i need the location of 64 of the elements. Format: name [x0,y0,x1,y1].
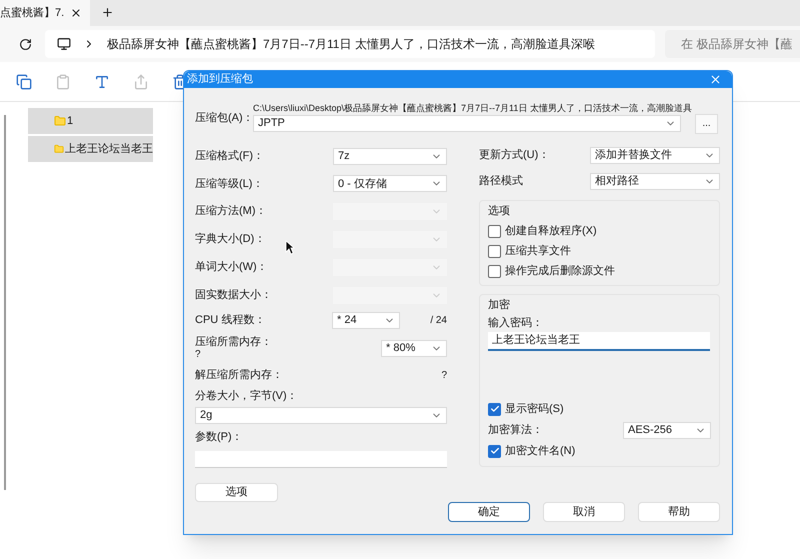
password-field[interactable]: 上老王论坛当老王 [488,332,710,352]
field-label: 单词大小(W)： [195,260,268,276]
dialog-button[interactable]: 帮助 [638,502,720,522]
field-label: 加密算法： [488,422,543,438]
address-path: 极品舔屏女神【蘸点蜜桃酱】7月7日--7月11日 太懂男人了，口活技术一流，高潮脸道具深喉 [107,36,595,53]
group-title: 选项 [488,204,511,220]
checkbox[interactable] [488,224,501,238]
folder-item[interactable]: 1 [28,108,153,134]
dialog-button[interactable]: 确定 [448,502,530,522]
dropdown[interactable]: * 80% [381,340,447,356]
dropdown[interactable]: 7z [333,148,447,165]
thread-max: / 24 [430,314,447,328]
field-label: 字典大小(D)： [195,232,266,248]
archive-path: C:\Users\liuxi\Desktop\极品舔屏女神【蘸点蜜桃酱】7月7日--7月11日 太懂男人了，口活技术一流，高潮脸道具 [253,102,692,114]
parameters-field[interactable] [195,451,447,468]
folder-item[interactable]: 上老王论坛当老王 [28,136,153,162]
cursor-icon [285,240,295,255]
checkbox-label: 操作完成后删除源文件 [505,264,615,279]
folder-icon [54,143,64,155]
checkbox-label: 加密文件名(N) [505,444,576,459]
field-label: 输入密码： [488,316,544,332]
dropdown[interactable]: 2g [195,407,447,424]
field-label: 参数(P)： [195,430,244,446]
field-label: 压缩方法(M)： [195,204,266,220]
dropdown[interactable]: 0 - 仅存储 [333,175,447,192]
monitor-icon [57,37,71,51]
address-bar[interactable]: 极品舔屏女神【蘸点蜜桃酱】7月7日--7月11日 太懂男人了，口活技术一流，高潮脸道具深喉 [45,30,655,58]
refresh-icon[interactable] [19,38,32,50]
checkbox[interactable] [488,402,501,416]
memory-reading: ? [441,368,447,382]
dropdown[interactable]: 相对路径 [590,172,720,190]
dropdown[interactable]: * 24 [332,312,400,328]
browser-tab[interactable]: 点蜜桃酱】7. [0,0,90,26]
dialog-button[interactable]: 取消 [543,502,625,522]
checkbox-label: 压缩共享文件 [505,244,571,259]
field-label: 更新方式(U)： [479,148,550,163]
close-icon[interactable] [70,7,82,19]
archive-name-dropdown[interactable]: JPTP [253,114,681,132]
options-button[interactable]: 选项 [195,483,278,502]
checkbox-label: 显示密码(S) [505,402,564,417]
copy-icon[interactable] [16,74,32,90]
search-field[interactable]: 在 极品舔屏女神【蘸 [665,30,800,58]
field-label: 压缩包(A)： [195,112,253,126]
checkbox[interactable] [488,444,501,458]
window-title: 添加到压缩包 [187,72,253,87]
new-tab-icon[interactable] [101,6,114,19]
field-label: 路径模式 [479,174,523,189]
field-label: 压缩格式(F)： [195,148,264,164]
field-label: 解压缩所需内存： [195,368,283,383]
field-label: 固实数据大小： [195,288,272,303]
browse-button[interactable]: ... [695,114,718,134]
memory-reading: ? [195,349,202,361]
field-label: 分卷大小，字节(V)： [195,388,299,404]
checkbox[interactable] [488,244,501,258]
group-title: 加密 [488,298,511,314]
field-label: CPU 线程数： [195,312,266,328]
checkbox[interactable] [488,264,501,278]
field-label: 压缩等级(L)： [195,176,264,192]
rename-icon[interactable] [94,74,110,90]
checkbox-label: 创建自释放程序(X) [505,224,597,239]
dropdown[interactable]: 添加并替换文件 [590,146,720,164]
field-label: 压缩所需内存： [195,335,272,349]
dropdown[interactable]: AES-256 [623,422,711,439]
folder-icon [54,115,66,127]
